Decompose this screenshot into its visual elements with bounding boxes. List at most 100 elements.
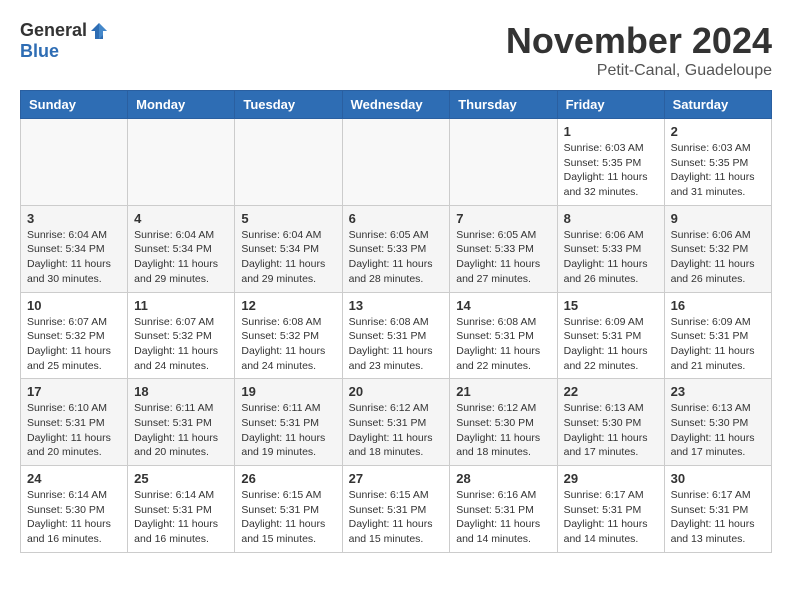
day-info: Sunrise: 6:05 AMSunset: 5:33 PMDaylight:… [349,228,444,287]
calendar-cell: 25Sunrise: 6:14 AMSunset: 5:31 PMDayligh… [128,466,235,553]
day-number: 20 [349,384,444,399]
day-info: Sunrise: 6:09 AMSunset: 5:31 PMDaylight:… [564,315,658,374]
day-number: 26 [241,471,335,486]
day-number: 8 [564,211,658,226]
day-number: 12 [241,298,335,313]
location-subtitle: Petit-Canal, Guadeloupe [506,62,772,80]
day-info: Sunrise: 6:06 AMSunset: 5:33 PMDaylight:… [564,228,658,287]
calendar-cell: 11 Sunrise: 6:07 AMSunset: 5:32 PMDayligh… [128,292,235,379]
calendar-cell [21,119,128,206]
day-info: Sunrise: 6:03 AMSunset: 5:35 PMDaylight:… [671,141,765,200]
day-info: Sunrise: 6:11 AMSunset: 5:31 PMDaylight:… [241,401,335,460]
day-info: Sunrise: 6:07 AMSunset: 5:32 PMDaylight:… [134,315,228,374]
calendar-cell: 24 Sunrise: 6:14 AMSunset: 5:30 PMDayligh… [21,466,128,553]
weekday-header-friday: Friday [557,91,664,119]
weekday-header-monday: Monday [128,91,235,119]
day-number: 30 [671,471,765,486]
day-number: 23 [671,384,765,399]
day-info: Sunrise: 6:14 AMSunset: 5:31 PMDaylight:… [134,488,228,547]
calendar-week-row: 10 Sunrise: 6:07 AMSunset: 5:32 PMDayligh… [21,292,772,379]
day-info: Sunrise: 6:04 AMSunset: 5:34 PMDaylight:… [27,228,121,287]
day-number: 29 [564,471,658,486]
day-number: 4 [134,211,228,226]
day-info: Sunrise: 6:09 AMSunset: 5:31 PMDaylight:… [671,315,765,374]
day-number: 18 [134,384,228,399]
calendar-table: SundayMondayTuesdayWednesdayThursdayFrid… [20,90,772,553]
day-number: 6 [349,211,444,226]
calendar-week-row: 3 Sunrise: 6:04 AMSunset: 5:34 PMDaylight… [21,205,772,292]
calendar-cell: 12 Sunrise: 6:08 AMSunset: 5:32 PMDayligh… [235,292,342,379]
calendar-cell: 26 Sunrise: 6:15 AMSunset: 5:31 PMDayligh… [235,466,342,553]
calendar-cell: 2 Sunrise: 6:03 AMSunset: 5:35 PMDaylight… [664,119,771,206]
calendar-cell: 15 Sunrise: 6:09 AMSunset: 5:31 PMDayligh… [557,292,664,379]
day-number: 27 [349,471,444,486]
day-info: Sunrise: 6:17 AMSunset: 5:31 PMDaylight:… [564,488,658,547]
logo: General Blue [20,20,109,62]
calendar-cell: 14 Sunrise: 6:08 AMSunset: 5:31 PMDayligh… [450,292,557,379]
day-number: 24 [27,471,121,486]
weekday-header-sunday: Sunday [21,91,128,119]
logo-general-text: General [20,20,87,41]
day-number: 13 [349,298,444,313]
calendar-cell: 22 Sunrise: 6:13 AMSunset: 5:30 PMDayligh… [557,379,664,466]
calendar-cell: 23 Sunrise: 6:13 AMSunset: 5:30 PMDayligh… [664,379,771,466]
day-number: 7 [456,211,550,226]
calendar-cell: 17 Sunrise: 6:10 AMSunset: 5:31 PMDayligh… [21,379,128,466]
day-info: Sunrise: 6:03 AMSunset: 5:35 PMDaylight:… [564,141,658,200]
weekday-header-wednesday: Wednesday [342,91,450,119]
day-number: 17 [27,384,121,399]
calendar-cell: 8 Sunrise: 6:06 AMSunset: 5:33 PMDaylight… [557,205,664,292]
calendar-cell: 27Sunrise: 6:15 AMSunset: 5:31 PMDayligh… [342,466,450,553]
day-number: 1 [564,124,658,139]
day-info: Sunrise: 6:13 AMSunset: 5:30 PMDaylight:… [564,401,658,460]
day-number: 14 [456,298,550,313]
day-info: Sunrise: 6:11 AMSunset: 5:31 PMDaylight:… [134,401,228,460]
weekday-header-tuesday: Tuesday [235,91,342,119]
day-info: Sunrise: 6:17 AMSunset: 5:31 PMDaylight:… [671,488,765,547]
calendar-cell: 7 Sunrise: 6:05 AMSunset: 5:33 PMDaylight… [450,205,557,292]
calendar-cell: 4 Sunrise: 6:04 AMSunset: 5:34 PMDaylight… [128,205,235,292]
day-info: Sunrise: 6:07 AMSunset: 5:32 PMDaylight:… [27,315,121,374]
day-info: Sunrise: 6:16 AMSunset: 5:31 PMDaylight:… [456,488,550,547]
day-info: Sunrise: 6:05 AMSunset: 5:33 PMDaylight:… [456,228,550,287]
calendar-cell: 19 Sunrise: 6:11 AMSunset: 5:31 PMDayligh… [235,379,342,466]
day-info: Sunrise: 6:15 AMSunset: 5:31 PMDaylight:… [241,488,335,547]
day-info: Sunrise: 6:10 AMSunset: 5:31 PMDaylight:… [27,401,121,460]
title-block: November 2024 Petit-Canal, Guadeloupe [506,20,772,80]
page-header: General Blue November 2024 Petit-Canal, … [20,20,772,80]
day-number: 19 [241,384,335,399]
day-number: 28 [456,471,550,486]
day-number: 3 [27,211,121,226]
calendar-week-row: 24 Sunrise: 6:14 AMSunset: 5:30 PMDayligh… [21,466,772,553]
calendar-cell: 20 Sunrise: 6:12 AMSunset: 5:31 PMDayligh… [342,379,450,466]
day-number: 16 [671,298,765,313]
calendar-week-row: 17 Sunrise: 6:10 AMSunset: 5:31 PMDayligh… [21,379,772,466]
weekday-header-row: SundayMondayTuesdayWednesdayThursdayFrid… [21,91,772,119]
calendar-cell: 18 Sunrise: 6:11 AMSunset: 5:31 PMDayligh… [128,379,235,466]
day-number: 21 [456,384,550,399]
calendar-cell: 1 Sunrise: 6:03 AMSunset: 5:35 PMDaylight… [557,119,664,206]
calendar-cell [450,119,557,206]
calendar-cell: 16 Sunrise: 6:09 AMSunset: 5:31 PMDayligh… [664,292,771,379]
day-info: Sunrise: 6:12 AMSunset: 5:30 PMDaylight:… [456,401,550,460]
day-info: Sunrise: 6:08 AMSunset: 5:32 PMDaylight:… [241,315,335,374]
day-number: 11 [134,298,228,313]
day-info: Sunrise: 6:04 AMSunset: 5:34 PMDaylight:… [134,228,228,287]
weekday-header-saturday: Saturday [664,91,771,119]
day-info: Sunrise: 6:14 AMSunset: 5:30 PMDaylight:… [27,488,121,547]
calendar-cell: 29 Sunrise: 6:17 AMSunset: 5:31 PMDayligh… [557,466,664,553]
day-number: 5 [241,211,335,226]
day-info: Sunrise: 6:08 AMSunset: 5:31 PMDaylight:… [456,315,550,374]
day-number: 10 [27,298,121,313]
day-info: Sunrise: 6:06 AMSunset: 5:32 PMDaylight:… [671,228,765,287]
day-number: 2 [671,124,765,139]
day-info: Sunrise: 6:12 AMSunset: 5:31 PMDaylight:… [349,401,444,460]
calendar-cell: 5Sunrise: 6:04 AMSunset: 5:34 PMDaylight… [235,205,342,292]
day-info: Sunrise: 6:13 AMSunset: 5:30 PMDaylight:… [671,401,765,460]
calendar-cell: 3 Sunrise: 6:04 AMSunset: 5:34 PMDaylight… [21,205,128,292]
calendar-cell: 6 Sunrise: 6:05 AMSunset: 5:33 PMDaylight… [342,205,450,292]
calendar-cell: 21 Sunrise: 6:12 AMSunset: 5:30 PMDayligh… [450,379,557,466]
calendar-cell [342,119,450,206]
day-number: 22 [564,384,658,399]
day-number: 15 [564,298,658,313]
